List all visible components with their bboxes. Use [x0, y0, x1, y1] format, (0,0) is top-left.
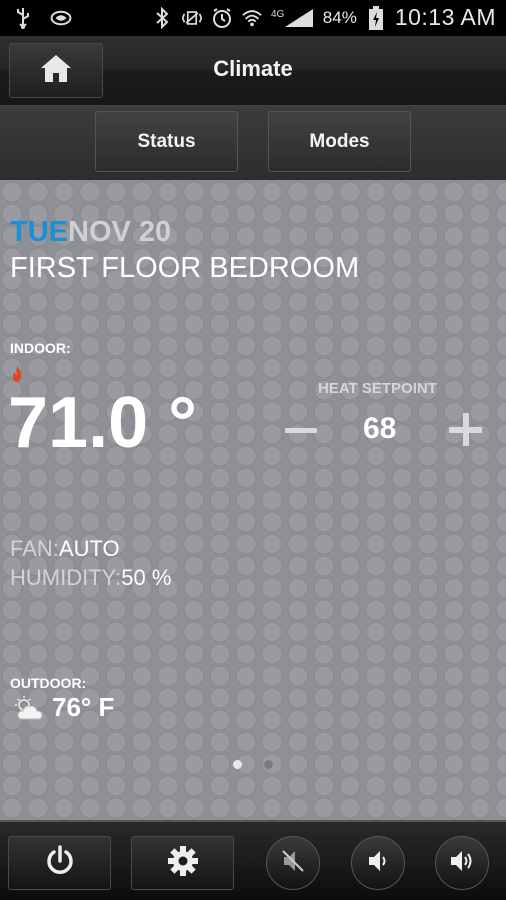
power-icon [44, 844, 76, 882]
bottom-toolbar [0, 820, 506, 900]
date-display: TUENOV 20 [10, 216, 171, 249]
minus-icon [285, 427, 317, 433]
humidity-value: 50 % [121, 565, 172, 590]
clock-time: 10:13 AM [394, 4, 496, 30]
volume-up-button[interactable] [435, 836, 489, 890]
alarm-icon [211, 7, 233, 29]
volume-up-icon [448, 847, 476, 880]
volume-down-icon [364, 847, 392, 880]
decrease-setpoint-button[interactable] [281, 410, 321, 450]
fan-value: AUTO [58, 536, 120, 561]
bluetooth-icon [151, 6, 173, 29]
heat-setpoint-value: 68 [363, 412, 397, 445]
4g-icon: 4G [271, 7, 315, 29]
partly-cloudy-icon [14, 695, 44, 721]
page-title: Climate [213, 56, 293, 81]
outdoor-label: OUTDOOR: [10, 675, 87, 691]
tab-bar: Status Modes [0, 106, 506, 180]
tab-status[interactable]: Status [95, 111, 238, 172]
power-button[interactable] [8, 836, 111, 890]
gear-icon [167, 845, 199, 882]
climate-panel: TUENOV 20 FIRST FLOOR BEDROOM INDOOR: 71… [0, 180, 506, 820]
heat-setpoint-label: HEAT SETPOINT [318, 380, 437, 397]
indoor-label: INDOOR: [10, 340, 71, 356]
humidity-status: HUMIDITY:50 % [10, 565, 171, 591]
page-indicator-dot[interactable] [264, 760, 273, 769]
usb-icon [12, 7, 34, 29]
day-of-week: TUE [10, 216, 68, 248]
room-name: FIRST FLOOR BEDROOM [10, 252, 360, 284]
battery-percentage: 84% [322, 7, 357, 27]
fan-label: FAN: [10, 536, 59, 561]
flame-icon [11, 366, 23, 382]
fan-status: FAN:AUTO [10, 536, 120, 562]
humidity-label: HUMIDITY: [10, 565, 122, 590]
svg-text:4G: 4G [271, 9, 285, 20]
sync-icon [50, 7, 72, 29]
increase-setpoint-button[interactable] [446, 410, 486, 450]
indoor-temperature: 71.0 ° [8, 383, 197, 463]
mute-button[interactable] [266, 836, 320, 890]
title-bar: Climate [0, 36, 506, 106]
mute-icon [279, 847, 307, 880]
volume-down-button[interactable] [351, 836, 405, 890]
status-bar: 4G 84% 10:13 AM [0, 0, 506, 36]
battery-charging-icon [365, 5, 387, 30]
page-indicator-dot-active[interactable] [233, 760, 242, 769]
wifi-icon [241, 7, 263, 29]
plus-icon-vertical [463, 413, 469, 446]
settings-button[interactable] [131, 836, 234, 890]
outdoor-temperature: 76° F [52, 692, 115, 722]
tab-modes[interactable]: Modes [268, 111, 411, 172]
month-day: NOV 20 [68, 216, 172, 248]
vibrate-icon [181, 7, 203, 29]
